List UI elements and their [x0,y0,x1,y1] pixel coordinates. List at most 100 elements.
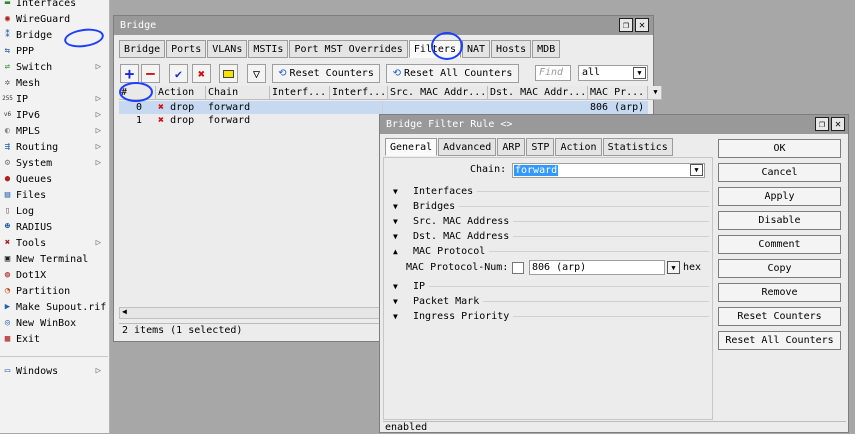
rule-tab-action[interactable]: Action [555,138,602,156]
sidebar-item-exit[interactable]: ▦ Exit [0,331,108,347]
expand-triangle-icon: ▼ [393,201,398,211]
supout-icon: ▶ [4,301,11,312]
sidebar-item-log[interactable]: ▯ Log [0,203,108,219]
table-row[interactable]: 0 ✖ drop forward 806 (arp) [119,101,648,114]
sidebar-item-tools[interactable]: ✖ Tools ▷ [0,235,108,251]
column-header[interactable]: Interf... [330,86,388,100]
sidebar-item-label: Mesh [16,77,41,89]
drop-icon: ✖ [158,115,165,126]
bridge-tab-mdb[interactable]: MDB [532,40,561,58]
sidebar-item-windows[interactable]: ▭ Windows ▷ [0,363,108,379]
bridge-tab-hosts[interactable]: Hosts [491,40,532,58]
section-mac-protocol[interactable]: ▲ MAC Protocol [389,244,709,258]
filter-select-value: all [582,67,601,78]
chain-value: forward [514,165,559,176]
reset-all-counters-button[interactable]: ⟲ Reset All Counters [386,64,519,83]
sidebar-item-interfaces[interactable]: ▬ Interfaces [0,0,108,11]
status-bar: 2 items (1 selected) [119,323,384,337]
find-input[interactable]: Find [535,65,571,81]
sidebar-item-switch[interactable]: ⇌ Switch ▷ [0,59,108,75]
columns-dropdown-icon[interactable]: ▼ [648,86,662,100]
remove-button[interactable]: − [141,64,160,83]
horizontal-scrollbar[interactable]: ◀ [119,307,382,319]
copy-button[interactable]: Copy [718,259,841,278]
column-header[interactable]: Dst. MAC Addr... [488,86,588,100]
sidebar-item-partition[interactable]: ◔ Partition [0,283,108,299]
sidebar-item-mpls[interactable]: ◐ MPLS ▷ [0,123,108,139]
rule-tab-arp[interactable]: ARP [497,138,526,156]
reset-all-icon: ⟲ [392,68,401,79]
sidebar-item-mesh[interactable]: ✲ Mesh [0,75,108,91]
rule-tab-stp[interactable]: STP [526,138,555,156]
add-button[interactable]: + [120,64,139,83]
sidebar-item-dot1x[interactable]: ◍ Dot1X [0,267,108,283]
section-ip[interactable]: ▼ IP [389,279,709,293]
maximize-button[interactable]: ❐ [815,117,829,131]
rule-tab-statistics[interactable]: Statistics [602,138,673,156]
bridge-tab-port-mst-overrides[interactable]: Port MST Overrides [289,40,408,58]
mac-protocol-dropdown-icon[interactable]: ▼ [667,261,680,274]
log-icon: ▯ [4,205,11,216]
comment-button[interactable] [219,64,238,83]
bridge-title-bar[interactable]: Bridge ❐ ✕ [114,16,653,35]
reset-counters-button[interactable]: Reset Counters [718,307,841,326]
section-label: Interfaces [413,185,478,197]
column-header[interactable]: Chain [206,86,270,100]
section-bridges[interactable]: ▼ Bridges [389,199,709,213]
collapse-triangle-icon: ▲ [393,246,398,256]
ok-button[interactable]: OK [718,139,841,158]
sidebar-item-ip[interactable]: 255 IP ▷ [0,91,108,107]
sidebar-item-supout[interactable]: ▶ Make Supout.rif [0,299,108,315]
section-interfaces[interactable]: ▼ Interfaces [389,184,709,198]
bridge-tab-bridge[interactable]: Bridge [119,40,166,58]
apply-button[interactable]: Apply [718,187,841,206]
close-button[interactable]: ✕ [635,18,649,32]
sidebar-item-radius[interactable]: ☻ RADIUS [0,219,108,235]
sidebar-item-queues[interactable]: ● Queues [0,171,108,187]
close-button[interactable]: ✕ [831,117,845,131]
filter-rule-title-bar[interactable]: Bridge Filter Rule <> ❐ ✕ [380,115,848,134]
bridge-tab-nat[interactable]: NAT [461,40,491,58]
bridge-tab-vlans[interactable]: VLANs [207,40,248,58]
table-header: # Action Chain Interf... Interf... Src. MAC A… [119,86,662,100]
reset-all-counters-button[interactable]: Reset All Counters [718,331,841,350]
column-header[interactable]: Action [156,86,206,100]
mac-protocol-negate-checkbox[interactable] [512,262,524,274]
chain-dropdown-icon[interactable]: ▼ [690,164,703,176]
sidebar-item-routing[interactable]: ⇶ Routing ▷ [0,139,108,155]
section-src-mac[interactable]: ▼ Src. MAC Address [389,214,709,228]
bridge-tab-mstis[interactable]: MSTIs [248,40,289,58]
disable-button[interactable]: Disable [718,211,841,230]
column-header[interactable]: MAC Pr... [588,86,648,100]
filter-select[interactable]: all ▼ [578,65,648,81]
sidebar-item-system[interactable]: ⚙ System ▷ [0,155,108,171]
bridge-tab-ports[interactable]: Ports [166,40,207,58]
chain-field[interactable]: forward ▼ [512,163,705,178]
section-label: Packet Mark [413,295,484,307]
enable-button[interactable]: ✔ [169,64,188,83]
maximize-button[interactable]: ❐ [619,18,633,32]
section-dst-mac[interactable]: ▼ Dst. MAC Address [389,229,709,243]
scroll-left-icon[interactable]: ◀ [122,307,127,316]
sidebar-item-ipv6[interactable]: v6 IPv6 ▷ [0,107,108,123]
sidebar-item-files[interactable]: ▤ Files [0,187,108,203]
mac-protocol-num-field[interactable]: 806 (arp) [529,260,665,275]
comment-button[interactable]: Comment [718,235,841,254]
section-packet-mark[interactable]: ▼ Packet Mark [389,294,709,308]
reset-counters-button[interactable]: ⟲ Reset Counters [272,64,380,83]
sidebar-item-wireguard[interactable]: ◉ WireGuard [0,11,108,27]
rule-tab-general[interactable]: General [385,138,438,156]
sidebar-item-label: New WinBox [16,317,77,329]
expand-triangle-icon: ▼ [393,296,398,306]
section-ingress-priority[interactable]: ▼ Ingress Priority [389,309,709,323]
disable-button[interactable]: ✖ [192,64,211,83]
remove-button[interactable]: Remove [718,283,841,302]
sidebar-item-label: Queues [16,173,53,185]
sidebar-item-terminal[interactable]: ▣ New Terminal [0,251,108,267]
column-header[interactable]: Src. MAC Addr... [388,86,488,100]
rule-tab-advanced[interactable]: Advanced [438,138,497,156]
cancel-button[interactable]: Cancel [718,163,841,182]
column-header[interactable]: Interf... [270,86,330,100]
filter-button[interactable]: ▽ [247,64,266,83]
sidebar-item-winbox[interactable]: ◎ New WinBox [0,315,108,331]
